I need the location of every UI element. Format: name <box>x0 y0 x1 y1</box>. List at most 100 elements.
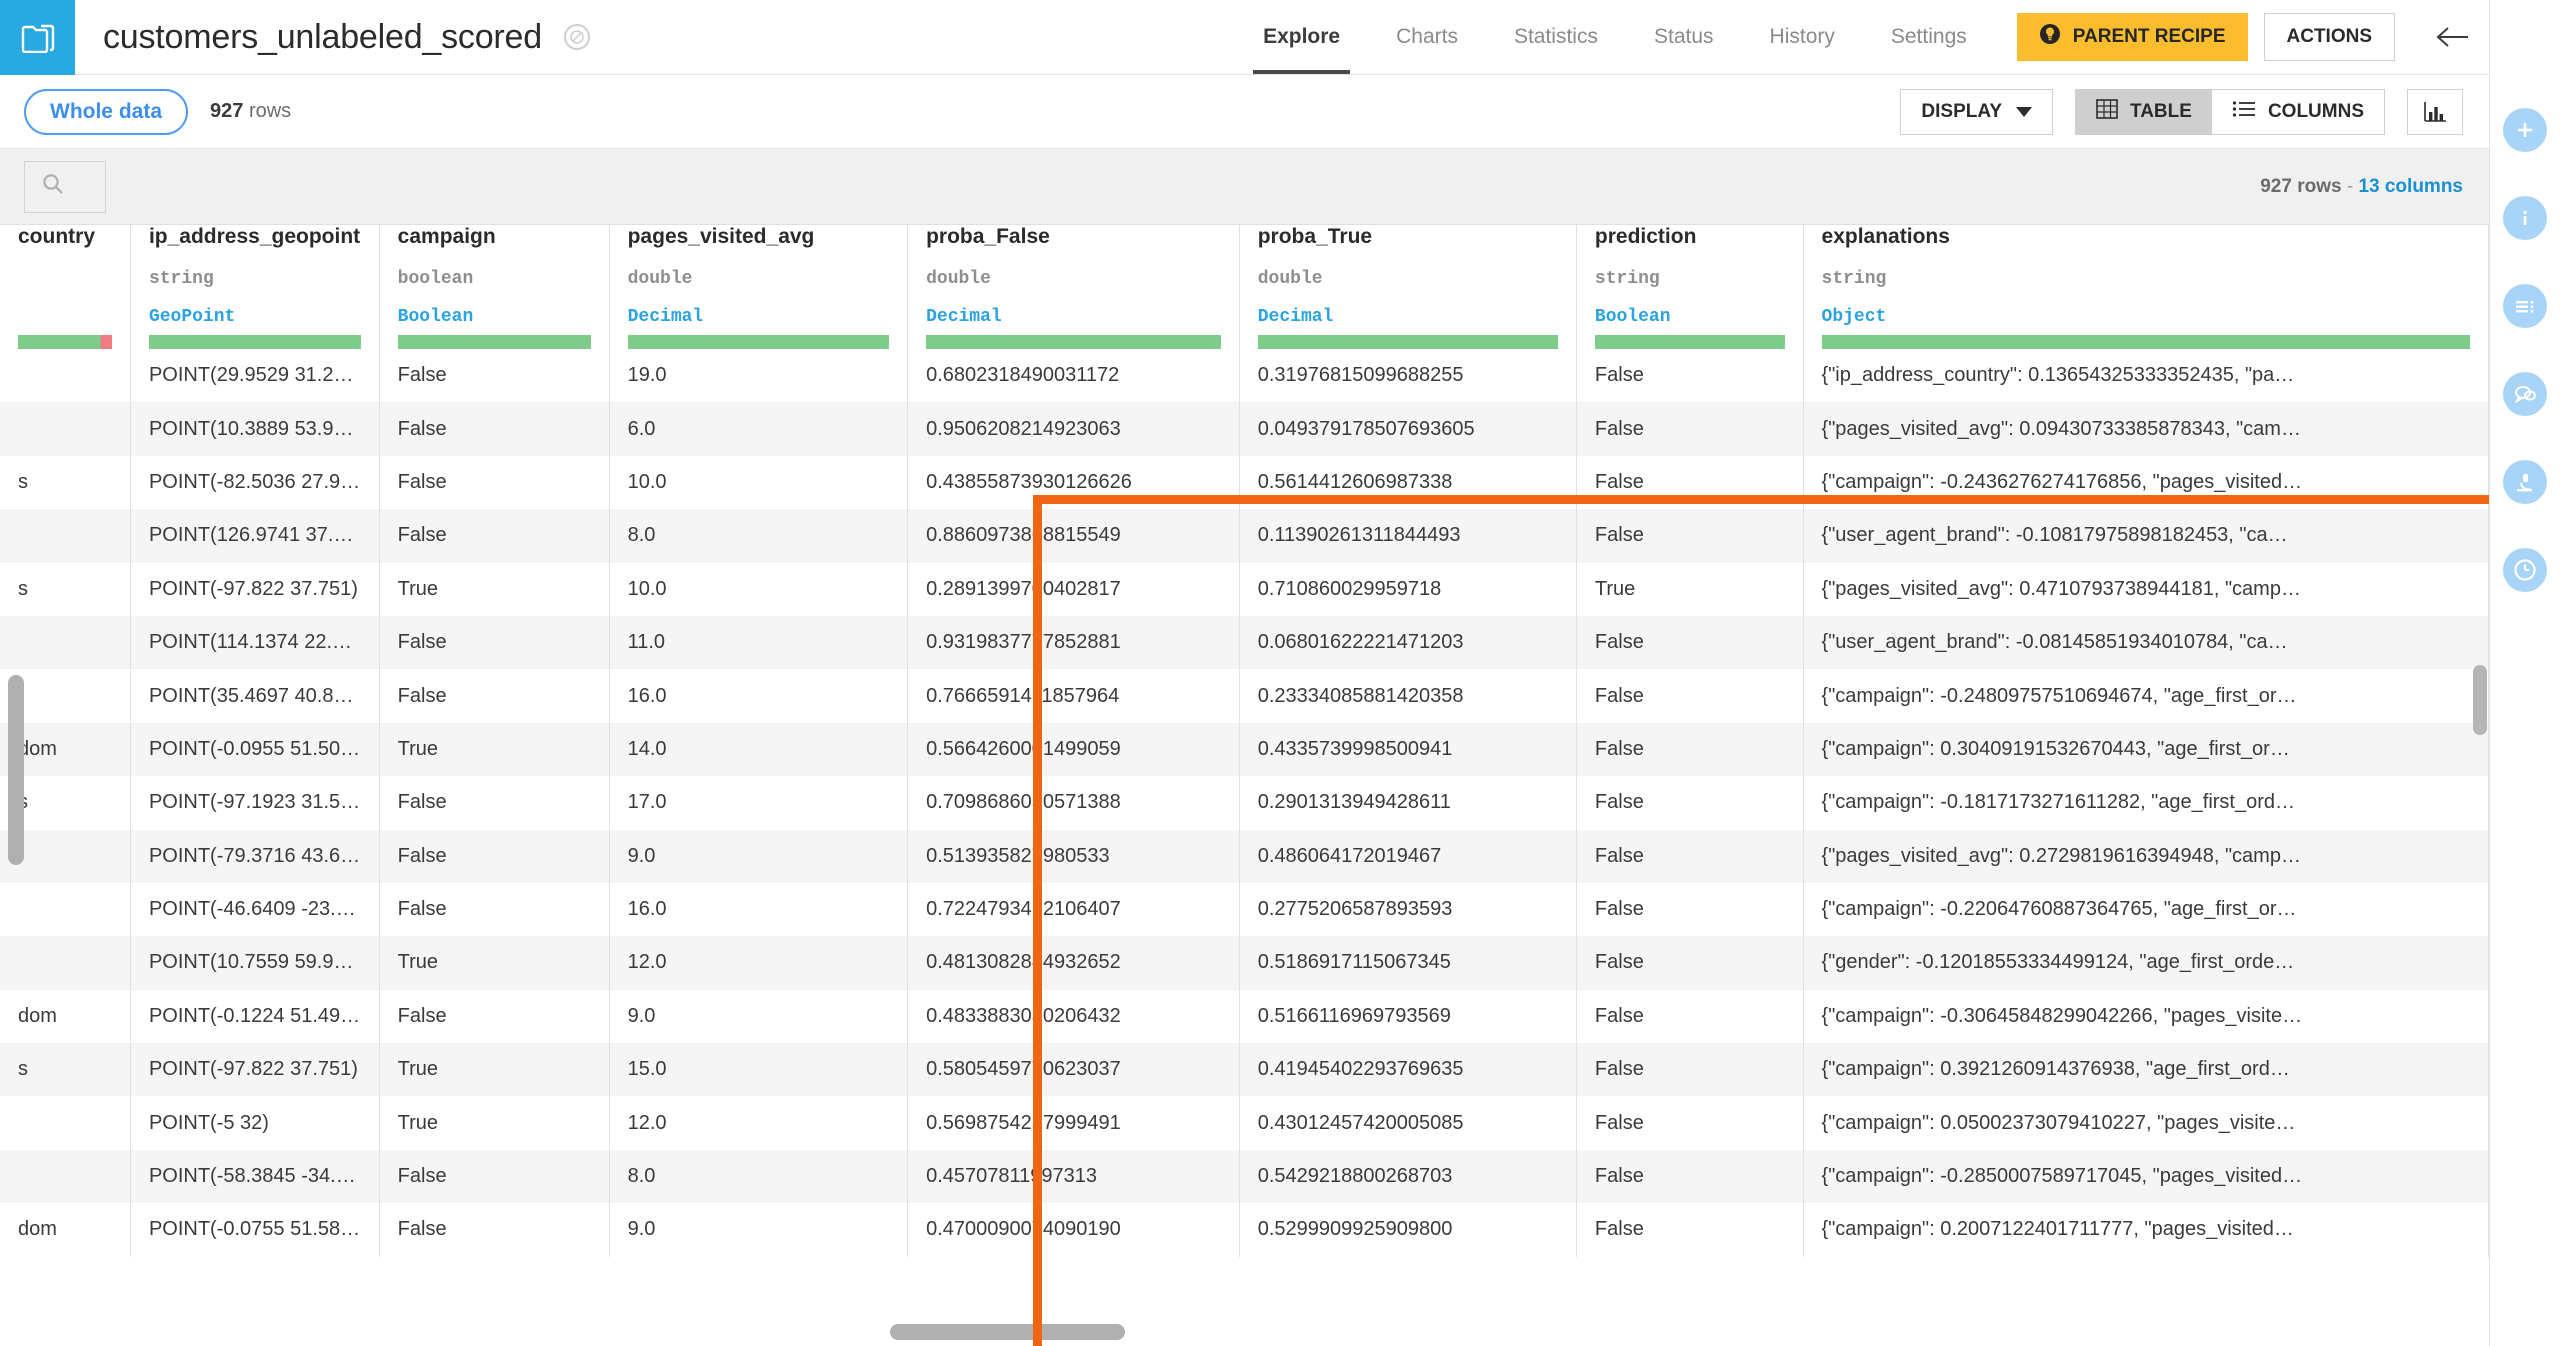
cell-explanations[interactable]: {"campaign": 0.30409191532670443, "age_f… <box>1803 722 2489 777</box>
table-row[interactable]: POINT(10.7559 59.9452) True 12.0 0.48130828… <box>0 936 2489 990</box>
cell-ip-address-geopoint[interactable]: POINT(35.4697 40.8725) <box>130 669 380 723</box>
column-meaning[interactable]: Decimal <box>1258 307 1558 327</box>
column-header-proba-false[interactable]: proba_False double Decimal <box>907 225 1240 335</box>
cell-proba-false[interactable]: 0.45707811997313 <box>907 1149 1240 1204</box>
cell-prediction[interactable]: False <box>1576 989 1804 1044</box>
cell-ip-address-geopoint[interactable]: POINT(-0.1224 51.4964) <box>130 989 380 1044</box>
cell-proba-true[interactable]: 0.11390261311844493 <box>1239 509 1577 563</box>
cell-proba-false[interactable]: 0.4700090074090190 <box>907 1203 1240 1257</box>
clock-icon[interactable] <box>2503 548 2547 592</box>
cell-campaign[interactable]: False <box>379 1149 610 1204</box>
columns-view-button[interactable]: COLUMNS <box>2211 89 2384 134</box>
cell-explanations[interactable]: {"ip_address_country": 0.136543253333524… <box>1803 349 2489 403</box>
cell-country[interactable] <box>0 1096 131 1150</box>
cell-pages-visited-avg[interactable]: 8.0 <box>609 1149 909 1204</box>
cell-country[interactable] <box>0 615 131 670</box>
cell-ip-address-geopoint[interactable]: POINT(126.9741 37.5112) <box>130 509 380 563</box>
cell-pages-visited-avg[interactable]: 9.0 <box>609 1203 909 1257</box>
cell-campaign[interactable]: True <box>379 1096 610 1150</box>
cell-explanations[interactable]: {"campaign": -0.22064760887364765, "age_… <box>1803 882 2489 937</box>
cell-explanations[interactable]: {"campaign": -0.2436276274176856, "pages… <box>1803 455 2489 510</box>
cell-country[interactable]: s <box>0 1043 131 1097</box>
row-scrollbar-left[interactable] <box>8 675 24 865</box>
cell-pages-visited-avg[interactable]: 8.0 <box>609 509 909 563</box>
cell-explanations[interactable]: {"user_agent_brand": -0.1081797589818245… <box>1803 509 2489 563</box>
arrow-left-icon[interactable] <box>2417 0 2489 74</box>
column-header-explanations[interactable]: explanations string Object <box>1803 225 2489 335</box>
tab-charts[interactable]: Charts <box>1368 0 1486 74</box>
cell-explanations[interactable]: {"campaign": -0.24809757510694674, "age_… <box>1803 669 2489 723</box>
cell-proba-true[interactable]: 0.4335739998500941 <box>1239 722 1577 777</box>
cell-explanations[interactable]: {"campaign": -0.2850007589717045, "pages… <box>1803 1149 2489 1204</box>
cell-pages-visited-avg[interactable]: 16.0 <box>609 882 909 937</box>
no-build-icon[interactable] <box>563 24 590 50</box>
cell-proba-false[interactable]: 0.9319837777852881 <box>907 615 1240 670</box>
cell-campaign[interactable]: False <box>379 1203 610 1257</box>
cell-ip-address-geopoint[interactable]: POINT(-82.5036 27.9482) <box>130 455 380 510</box>
cell-campaign[interactable]: True <box>379 722 610 777</box>
cell-proba-false[interactable]: 0.4813082884932652 <box>907 936 1240 990</box>
horizontal-scrollbar[interactable] <box>890 1324 1125 1340</box>
cell-prediction[interactable]: False <box>1576 882 1804 937</box>
cell-proba-true[interactable]: 0.5299909925909800 <box>1239 1203 1577 1257</box>
cell-explanations[interactable]: {"campaign": 0.05002373079410227, "pages… <box>1803 1096 2489 1150</box>
cell-proba-true[interactable]: 0.486064172019467 <box>1239 829 1577 883</box>
cell-pages-visited-avg[interactable]: 15.0 <box>609 1043 909 1097</box>
cell-prediction[interactable]: False <box>1576 1203 1804 1257</box>
cell-prediction[interactable]: False <box>1576 722 1804 777</box>
cell-explanations[interactable]: {"pages_visited_avg": 0.2729819616394948… <box>1803 829 2489 883</box>
cell-ip-address-geopoint[interactable]: POINT(-5 32) <box>130 1096 380 1150</box>
cell-ip-address-geopoint[interactable]: POINT(-97.822 37.751) <box>130 562 380 616</box>
data-table-container[interactable]: country ip_address_geopoint string GeoPo… <box>0 225 2489 1346</box>
cell-ip-address-geopoint[interactable]: POINT(10.7559 59.9452) <box>130 936 380 990</box>
cell-campaign[interactable]: False <box>379 669 610 723</box>
cell-proba-true[interactable]: 0.2901313949428611 <box>1239 776 1577 830</box>
table-row[interactable]: dom POINT(-0.1224 51.4964) False 9.0 0.48338… <box>0 989 2489 1044</box>
column-header-prediction[interactable]: prediction string Boolean <box>1576 225 1804 335</box>
cell-prediction[interactable]: False <box>1576 1149 1804 1204</box>
cell-campaign[interactable]: False <box>379 882 610 937</box>
cell-pages-visited-avg[interactable]: 17.0 <box>609 776 909 830</box>
tab-statistics[interactable]: Statistics <box>1486 0 1626 74</box>
cell-prediction[interactable]: False <box>1576 776 1804 830</box>
cell-country[interactable] <box>0 509 131 563</box>
vertical-scrollbar[interactable] <box>2473 665 2487 1065</box>
cell-proba-true[interactable]: 0.06801622221471203 <box>1239 615 1577 670</box>
table-row[interactable]: POINT(29.9529 31.2162) False 19.0 0.6802318… <box>0 349 2489 403</box>
cell-explanations[interactable]: {"pages_visited_avg": 0.0943073338587834… <box>1803 402 2489 456</box>
column-header-proba-true[interactable]: proba_True double Decimal <box>1239 225 1577 335</box>
cell-proba-true[interactable]: 0.5614412606987338 <box>1239 455 1577 510</box>
cell-ip-address-geopoint[interactable]: POINT(-58.3845 -34.6022) <box>130 1149 380 1204</box>
cell-prediction[interactable]: False <box>1576 349 1804 403</box>
table-row[interactable]: POINT(-79.3716 43.6319) False 9.0 0.5139358… <box>0 829 2489 883</box>
cell-pages-visited-avg[interactable]: 11.0 <box>609 615 909 670</box>
cell-proba-false[interactable]: 0.5664260001499059 <box>907 722 1240 777</box>
bar-chart-icon[interactable] <box>2407 88 2463 135</box>
table-row[interactable]: dom POINT(-0.0955 51.5095) True 14.0 0.56642… <box>0 722 2489 777</box>
cell-proba-false[interactable]: 0.5698754257999491 <box>907 1096 1240 1150</box>
column-meaning[interactable]: Decimal <box>628 307 889 327</box>
cell-proba-true[interactable]: 0.5429218800268703 <box>1239 1149 1577 1204</box>
chat-icon[interactable] <box>2503 372 2547 416</box>
column-header-campaign[interactable]: campaign boolean Boolean <box>379 225 610 335</box>
cell-pages-visited-avg[interactable]: 9.0 <box>609 989 909 1044</box>
cell-prediction[interactable]: False <box>1576 669 1804 723</box>
column-meaning[interactable]: Boolean <box>1595 307 1785 327</box>
sample-chip[interactable]: Whole data <box>24 88 189 135</box>
cell-proba-true[interactable]: 0.5186917115067345 <box>1239 936 1577 990</box>
cell-ip-address-geopoint[interactable]: POINT(-0.0955 51.5095) <box>130 722 380 777</box>
table-row[interactable]: POINT(114.1374 22.5318) False 11.0 0.931983… <box>0 615 2489 670</box>
cell-ip-address-geopoint[interactable]: POINT(-46.6409 -23.6283) <box>130 882 380 937</box>
cell-ip-address-geopoint[interactable]: POINT(-0.0755 51.5834) <box>130 1203 380 1257</box>
cell-campaign[interactable]: False <box>379 776 610 830</box>
cell-proba-false[interactable]: 0.43855873930126626 <box>907 455 1240 510</box>
search-input[interactable] <box>24 160 106 213</box>
cell-proba-true[interactable]: 0.2775206587893593 <box>1239 882 1577 937</box>
folder-icon[interactable] <box>0 0 75 75</box>
cell-prediction[interactable]: False <box>1576 615 1804 670</box>
tab-explore[interactable]: Explore <box>1235 0 1368 74</box>
cell-proba-false[interactable]: 0.4833883030206432 <box>907 989 1240 1044</box>
cell-explanations[interactable]: {"pages_visited_avg": 0.4710793738944181… <box>1803 562 2489 616</box>
cell-proba-false[interactable]: 0.9506208214923063 <box>907 402 1240 456</box>
cell-country[interactable]: dom <box>0 1203 131 1257</box>
